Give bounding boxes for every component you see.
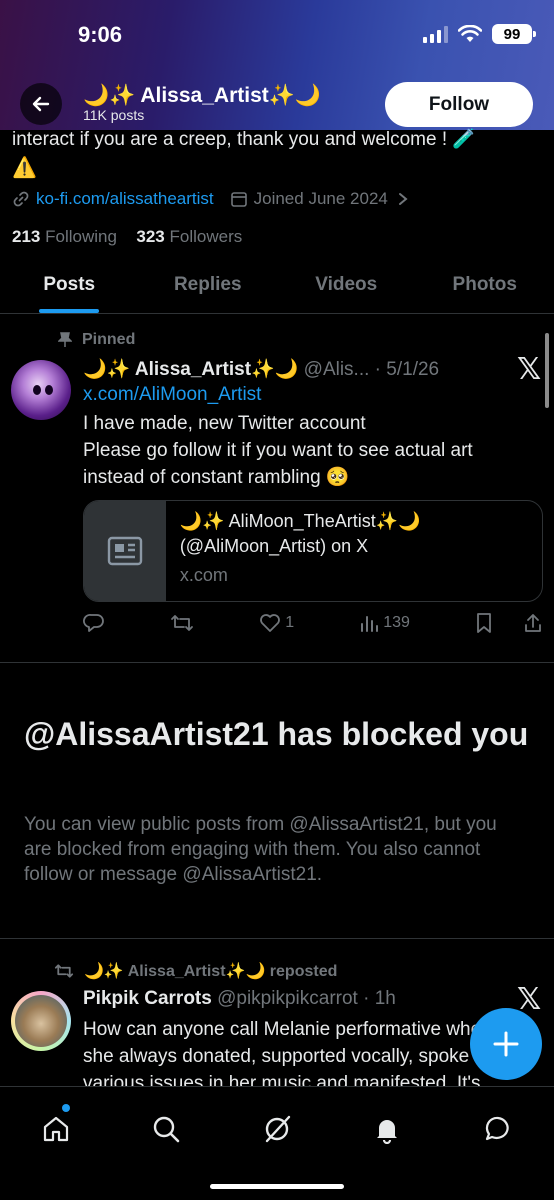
plus-icon: [493, 1031, 519, 1057]
like-button[interactable]: 1: [259, 613, 294, 633]
views-icon: [361, 616, 379, 632]
link-icon: [13, 191, 29, 207]
nav-search[interactable]: [146, 1109, 186, 1149]
reply-button[interactable]: [83, 612, 105, 634]
scrollbar[interactable]: [545, 333, 549, 408]
post-secondary-actions: [475, 612, 543, 634]
bottom-nav: [0, 1086, 554, 1200]
post-actions: 1 139: [83, 612, 543, 634]
post-author-name[interactable]: Pikpik Carrots: [83, 988, 212, 1009]
pinned-label: Pinned: [58, 331, 135, 349]
retweet-icon: [54, 964, 74, 978]
home-indicator: [210, 1184, 344, 1189]
avatar[interactable]: [11, 991, 71, 1051]
tab-videos[interactable]: Videos: [277, 262, 416, 313]
pin-icon: [58, 332, 72, 347]
retweet-button[interactable]: [170, 612, 194, 634]
website-link[interactable]: ko-fi.com/alissatheartist: [36, 189, 214, 209]
nav-notifications[interactable]: [367, 1109, 407, 1149]
share-icon[interactable]: [523, 612, 543, 634]
header-post-count: 11K posts: [83, 107, 145, 123]
nav-messages[interactable]: [478, 1109, 518, 1149]
x-logo-icon[interactable]: 𝕏: [517, 352, 541, 387]
link-card[interactable]: 🌙✨ AliMoon_TheArtist✨🌙 (@AliMoon_Artist)…: [83, 500, 543, 602]
following-stat[interactable]: 213 Following: [12, 227, 117, 246]
repost-label: 🌙✨ Alissa_Artist✨🌙 reposted: [54, 961, 337, 981]
post-link[interactable]: x.com/AliMoon_Artist: [83, 384, 261, 406]
post-body: I have made, new Twitter account Please …: [83, 413, 473, 488]
calendar-icon: [230, 192, 247, 207]
warning-emoji: ⚠️: [12, 157, 37, 179]
messages-icon: [485, 1116, 509, 1141]
joined-date: Joined June 2024: [253, 189, 388, 208]
nav-grok[interactable]: [257, 1109, 297, 1149]
post-author-name[interactable]: 🌙✨ Alissa_Artist✨🌙: [83, 359, 298, 380]
post-header: Pikpik Carrots @pikpikpikcarrot · 1h: [83, 988, 396, 1010]
wifi-icon: [458, 25, 482, 42]
battery-indicator: 99: [492, 24, 536, 44]
back-button[interactable]: [20, 83, 62, 125]
views-button[interactable]: 139: [359, 613, 410, 633]
grok-icon: [265, 1115, 291, 1143]
chevron-right-icon[interactable]: [396, 191, 410, 207]
tab-posts[interactable]: Posts: [0, 262, 139, 313]
profile-tabs: Posts Replies Videos Photos: [0, 262, 554, 314]
bio-text: interact if you are a creep, thank you a…: [12, 129, 477, 150]
nav-home[interactable]: [36, 1109, 76, 1149]
divider: [0, 662, 554, 663]
search-icon: [153, 1116, 180, 1143]
post-body: How can anyone call Melanie performative…: [83, 1019, 496, 1086]
header-display-name: 🌙✨ Alissa_Artist✨🌙: [83, 84, 322, 107]
retweet-icon: [171, 615, 193, 631]
post-header: 🌙✨ Alissa_Artist✨🌙 @Alis... · 5/1/26: [83, 357, 439, 381]
card-title: 🌙✨ AliMoon_TheArtist✨🌙 (@AliMoon_Artist)…: [179, 511, 421, 556]
unread-indicator: [62, 1104, 70, 1112]
like-count: 1: [285, 614, 295, 631]
status-time: 9:06: [78, 22, 123, 47]
card-thumbnail: [84, 501, 166, 601]
follow-stats: 213 Following 323 Followers: [12, 227, 242, 247]
heart-icon: [260, 614, 281, 632]
tab-replies[interactable]: Replies: [139, 262, 278, 313]
compose-button[interactable]: [470, 1008, 542, 1080]
post-handle-time: @pikpikpikcarrot · 1h: [217, 988, 396, 1009]
blocked-message: You can view public posts from @AlissaAr…: [24, 814, 497, 885]
home-icon: [43, 1116, 69, 1142]
back-arrow-icon: [32, 96, 50, 112]
news-icon: [107, 536, 143, 566]
bookmark-icon[interactable]: [475, 612, 493, 634]
followers-stat[interactable]: 323 Followers: [136, 227, 242, 246]
cellular-signal-icon: [423, 25, 448, 43]
tab-photos[interactable]: Photos: [416, 262, 554, 313]
follow-button[interactable]: Follow: [385, 82, 533, 127]
card-text: 🌙✨ AliMoon_TheArtist✨🌙 (@AliMoon_Artist)…: [166, 501, 542, 601]
divider: [0, 938, 554, 939]
avatar[interactable]: [11, 360, 71, 420]
card-domain: x.com: [179, 565, 228, 585]
status-icons: 99: [423, 24, 536, 44]
bell-icon: [377, 1120, 397, 1144]
blocked-title: @AlissaArtist21 has blocked you: [24, 716, 529, 752]
profile-meta: ko-fi.com/alissatheartist Joined June 20…: [12, 189, 410, 209]
reply-icon: [83, 614, 104, 632]
view-count: 139: [383, 614, 410, 631]
post-handle-date: @Alis... · 5/1/26: [303, 359, 440, 380]
